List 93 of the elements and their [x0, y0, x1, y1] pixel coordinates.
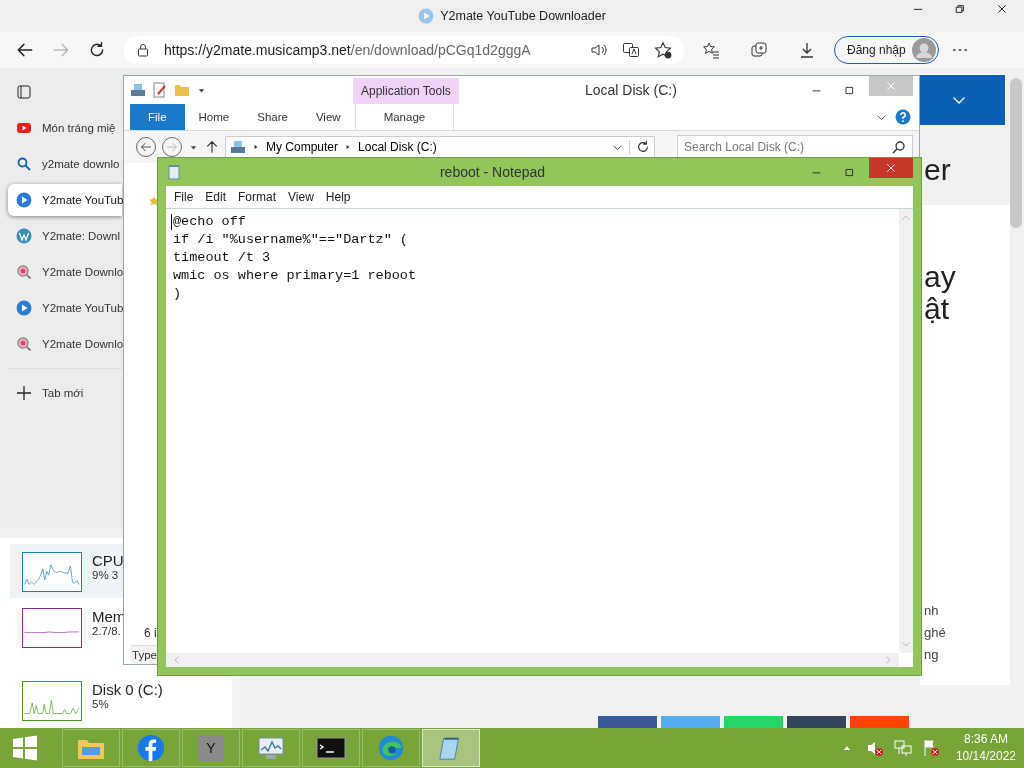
- address-bar[interactable]: https://y2mate.musicamp3.net/en/download/pCGq1d2gggA: [124, 36, 684, 64]
- window-title: Local Disk (C:): [584, 82, 678, 98]
- menu-item[interactable]: Help: [319, 190, 357, 204]
- breadcrumb-item[interactable]: My Computer: [266, 140, 339, 154]
- url-text: https://y2mate.musicamp3.net/en/download/pCGq1d2gggA: [164, 42, 532, 58]
- new-tab-button[interactable]: Tab mới: [8, 377, 122, 409]
- column-header[interactable]: Type: [131, 645, 158, 664]
- browser-tab[interactable]: Y2mate Downlo: [8, 328, 122, 360]
- facebook-icon: [136, 734, 166, 762]
- refresh-button[interactable]: [88, 41, 106, 59]
- ribbon-tab[interactable]: View: [301, 104, 355, 130]
- close-button[interactable]: [996, 3, 1008, 15]
- properties-icon[interactable]: [152, 82, 168, 98]
- taskbar-app[interactable]: [122, 729, 180, 767]
- help-icon[interactable]: [895, 109, 911, 125]
- ribbon-tab[interactable]: Home: [184, 104, 244, 130]
- lock-icon: [136, 43, 150, 57]
- text-fragment: ật: [924, 292, 950, 326]
- browser-tab[interactable]: Y2mate: Downl: [8, 220, 122, 252]
- code-line: if /i "%username%"=="Dartz" (: [173, 231, 408, 249]
- avatar-icon: [911, 38, 936, 62]
- performance-item[interactable]: Disk 0 (C:) 5%: [10, 676, 232, 724]
- item-name: CPU: [92, 552, 124, 569]
- taskbar-app[interactable]: [302, 729, 360, 767]
- text-fragment: nh: [924, 603, 939, 618]
- monitor-graph-icon: [256, 734, 286, 762]
- search-icon: [16, 156, 32, 172]
- performance-item[interactable]: CPU 9% 3: [10, 544, 123, 598]
- network-icon[interactable]: [893, 739, 912, 757]
- plus-icon: [16, 385, 32, 401]
- item-value: 5%: [92, 698, 110, 710]
- notepad-icon: [166, 164, 182, 180]
- search-field[interactable]: Search Local Disk (C:): [677, 135, 913, 159]
- play-icon: [16, 300, 32, 316]
- up-button[interactable]: [205, 140, 219, 154]
- magnifier-icon: [16, 336, 32, 352]
- search-icon: [892, 140, 906, 154]
- text-fragment: ng: [924, 647, 939, 662]
- play-icon: [418, 8, 435, 24]
- window-title: reboot - Notepad: [438, 164, 547, 180]
- item-value: 9% 3: [92, 569, 120, 581]
- drive-icon: [130, 82, 146, 98]
- text-editor[interactable]: @echo off if /i "%username%"=="Dartz" ( timeout /t 3 wmic os where primary=1 reboot ): [166, 208, 913, 667]
- add-favorite-icon[interactable]: [654, 41, 672, 59]
- speaker-icon[interactable]: [590, 41, 608, 59]
- menu-item[interactable]: Format: [232, 190, 283, 204]
- text-fragment: ay: [924, 260, 956, 294]
- text-fragment: er: [924, 153, 951, 187]
- address-bar[interactable]: My Computer Local Disk (C:): [225, 136, 655, 158]
- item-name: Disk 0 (C:): [92, 681, 163, 698]
- breadcrumb-item[interactable]: Local Disk (C:): [358, 140, 437, 154]
- browser-tab[interactable]: Y2mate YouTub: [8, 292, 122, 324]
- restore-button[interactable]: [954, 3, 966, 15]
- code-line: ): [173, 285, 182, 303]
- context-tab-label: Application Tools: [353, 78, 459, 104]
- play-icon: [16, 192, 32, 208]
- terminal-icon: [316, 734, 346, 762]
- menu-item[interactable]: File: [168, 190, 200, 204]
- refresh-button[interactable]: [629, 140, 650, 154]
- browser-tab[interactable]: Y2mate YouTub: [8, 184, 122, 216]
- menu-item[interactable]: Edit: [199, 190, 233, 204]
- window-title: Y2mate YouTube Downloader: [440, 9, 606, 23]
- file-menu-button[interactable]: File: [130, 104, 185, 130]
- favorites-icon[interactable]: [702, 41, 720, 59]
- back-button[interactable]: [16, 41, 34, 59]
- menu-item[interactable]: View: [282, 190, 320, 204]
- item-value: 2.7/8.: [92, 625, 122, 637]
- tab-actions-icon[interactable]: [16, 84, 32, 100]
- download-icon[interactable]: [798, 41, 816, 59]
- text-cursor: [171, 214, 172, 230]
- video-icon: [16, 120, 32, 136]
- magnifier-icon: [16, 264, 32, 280]
- translate-icon[interactable]: [622, 41, 640, 59]
- code-line: wmic os where primary=1 reboot: [173, 267, 417, 285]
- separator-icon: [252, 143, 260, 151]
- browser-tab[interactable]: Món tráng miệ: [8, 112, 122, 144]
- ribbon-tab[interactable]: Share: [243, 104, 302, 130]
- wordpress-icon: [16, 228, 32, 244]
- status-text: 6 i: [144, 626, 157, 640]
- browser-tab[interactable]: Y2mate Downlo: [8, 256, 122, 288]
- edge-icon: [376, 734, 406, 762]
- star-icon[interactable]: [148, 195, 160, 207]
- code-line: timeout /t 3: [173, 249, 271, 267]
- browser-tab[interactable]: y2mate downlo: [8, 148, 122, 180]
- text-fragment: ghé: [924, 625, 946, 640]
- code-line: @echo off: [173, 213, 246, 231]
- windows-start-icon[interactable]: [12, 735, 38, 761]
- taskbar-app[interactable]: Y: [182, 729, 240, 767]
- collections-icon[interactable]: [750, 41, 768, 59]
- muted-speaker-icon[interactable]: [865, 739, 884, 757]
- drive-icon: [230, 139, 246, 155]
- scrollbar[interactable]: [1010, 78, 1022, 228]
- flag-icon[interactable]: [921, 739, 940, 757]
